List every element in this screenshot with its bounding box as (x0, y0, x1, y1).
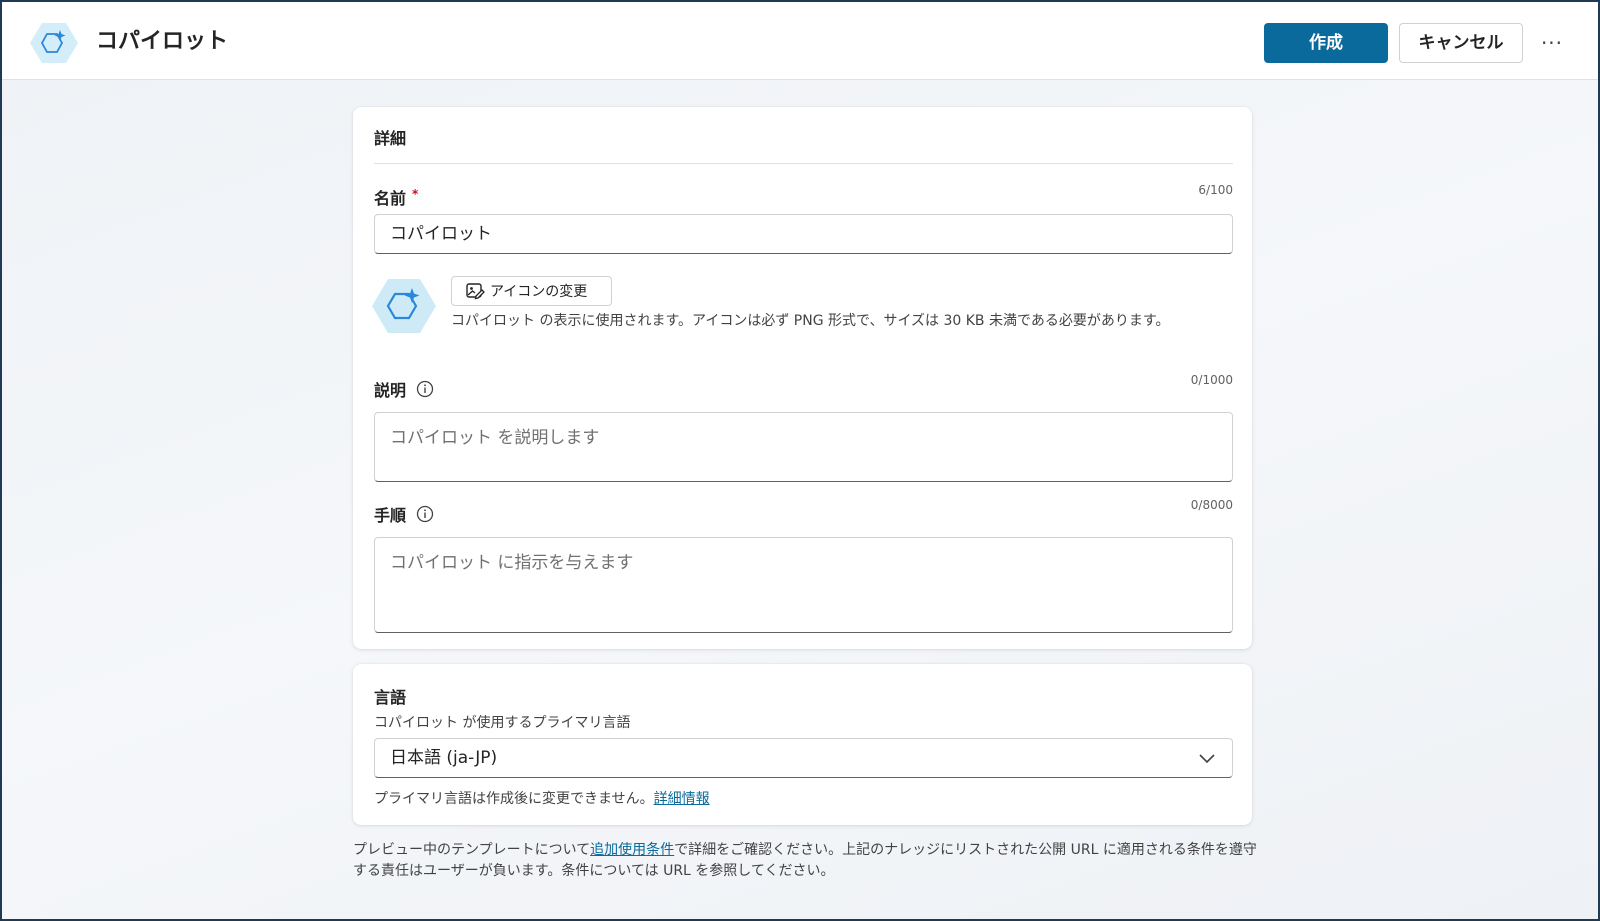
description-counter: 0/1000 (1190, 373, 1233, 387)
image-edit-icon (466, 283, 485, 300)
details-card: 詳細 名前 * 6/100 コパイロット アイコンの変更 コパイロット の表示に… (353, 107, 1252, 649)
learn-more-link[interactable]: 詳細情報 (654, 791, 710, 807)
language-selected-value: 日本語 (ja-JP) (390, 748, 498, 768)
details-section-title: 詳細 (374, 129, 407, 148)
chevron-down-icon (1199, 754, 1215, 764)
create-button[interactable]: 作成 (1264, 23, 1388, 63)
description-input[interactable]: コパイロット を説明します (374, 412, 1233, 482)
divider (374, 163, 1233, 164)
language-note-text: プライマリ言語は作成後に変更できません。 (374, 791, 654, 807)
info-icon[interactable] (416, 505, 434, 523)
change-icon-label: アイコンの変更 (490, 284, 588, 300)
cancel-button[interactable]: キャンセル (1399, 23, 1523, 63)
icon-help-text: コパイロット の表示に使用されます。アイコンは必ず PNG 形式で、サイズは 3… (451, 313, 1170, 329)
instructions-counter: 0/8000 (1190, 498, 1233, 512)
name-label-text: 名前 (374, 189, 407, 208)
more-options-icon[interactable]: ··· (1534, 28, 1570, 58)
language-card: 言語 コパイロット が使用するプライマリ言語 日本語 (ja-JP) プライマリ… (353, 664, 1252, 825)
terms-note: プレビュー中のテンプレートについて追加使用条件で詳細をご確認ください。上記のナレ… (353, 840, 1258, 882)
name-label: 名前 * (374, 185, 418, 209)
additional-terms-link[interactable]: 追加使用条件 (590, 842, 674, 858)
language-note: プライマリ言語は作成後に変更できません。詳細情報 (374, 788, 710, 808)
info-icon[interactable] (416, 380, 434, 398)
app-header: コパイロット 作成 キャンセル ··· (2, 2, 1598, 80)
description-label-text: 説明 (374, 381, 407, 400)
language-subtitle: コパイロット が使用するプライマリ言語 (374, 715, 631, 731)
page-title: コパイロット (96, 29, 229, 54)
instructions-label-text: 手順 (374, 506, 407, 525)
name-counter: 6/100 (1198, 183, 1233, 197)
name-input[interactable]: コパイロット (374, 214, 1233, 254)
change-icon-button[interactable]: アイコンの変更 (451, 276, 612, 306)
language-section-title: 言語 (374, 688, 407, 707)
copilot-icon-preview (372, 279, 436, 333)
instructions-input[interactable]: コパイロット に指示を与えます (374, 537, 1233, 633)
required-mark: * (412, 187, 419, 201)
description-label: 説明 (374, 377, 434, 401)
copilot-icon (30, 23, 78, 63)
language-select[interactable]: 日本語 (ja-JP) (374, 738, 1233, 778)
terms-text-before: プレビュー中のテンプレートについて (353, 842, 591, 858)
instructions-label: 手順 (374, 502, 434, 526)
